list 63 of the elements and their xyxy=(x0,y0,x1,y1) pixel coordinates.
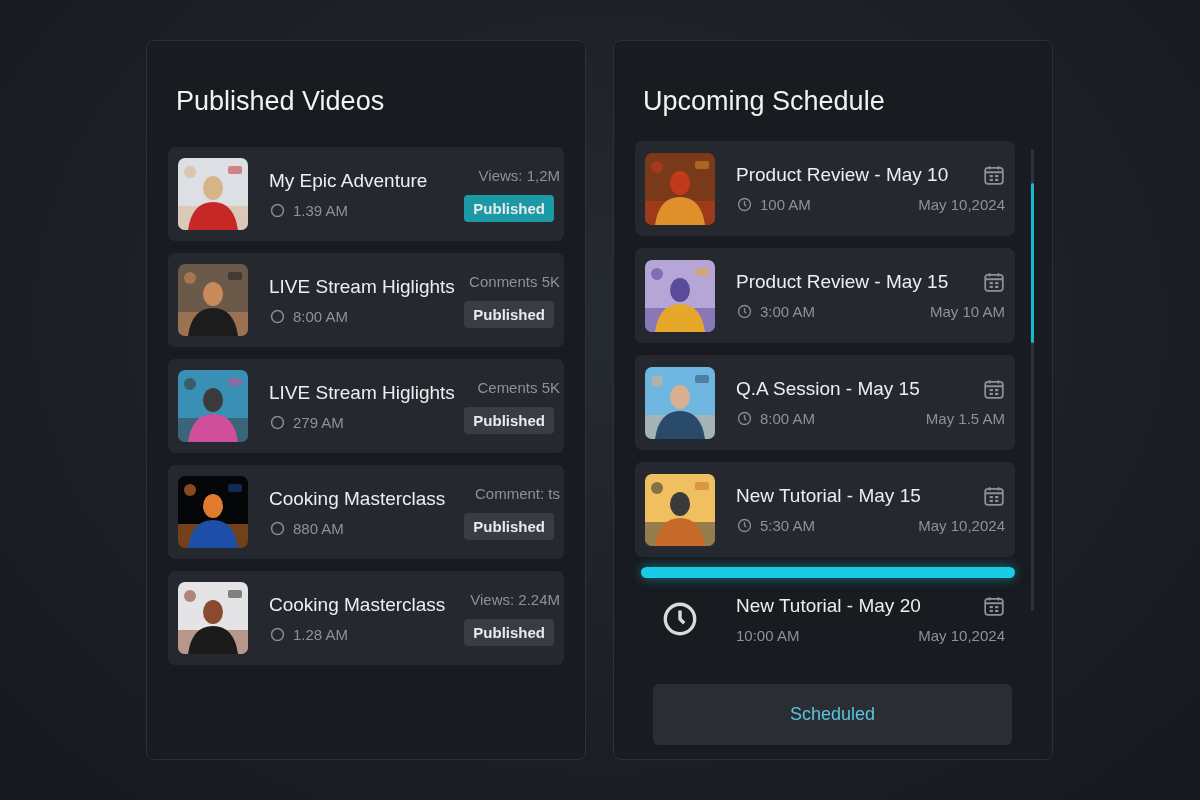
circle-icon xyxy=(269,201,286,219)
schedule-title: New Tutorial - May 20 xyxy=(736,594,921,617)
stat-text: Views: 2.24M xyxy=(470,590,560,608)
time-text: 8:00 AM xyxy=(760,410,816,427)
calendar-icon[interactable] xyxy=(983,485,1005,507)
video-title: Cooking Masterclass xyxy=(269,593,447,616)
schedule-title: Q.A Session - May 15 xyxy=(736,378,920,400)
video-card[interactable]: LIVE Stream Higlights 8:00 AM Conments 5K Published xyxy=(168,253,564,347)
clock-icon xyxy=(736,196,753,213)
panel-title: Upcoming Schedule xyxy=(643,85,886,118)
video-title: LIVE Stream Higlights xyxy=(269,381,456,404)
clock-icon xyxy=(736,410,753,427)
time-text: 10:00 AM xyxy=(736,626,800,644)
time-text: 1.39 AM xyxy=(293,201,349,219)
circle-icon xyxy=(269,625,286,643)
time-text: 5:30 AM xyxy=(760,517,816,534)
clock-icon xyxy=(736,517,753,534)
status-badge: Published xyxy=(464,300,554,328)
time-text: 100 AM xyxy=(760,196,811,213)
video-title: My Epic Adventure xyxy=(269,169,429,192)
schedule-card[interactable]: Product Review - May 15 3:00 AM May 10 AM xyxy=(635,248,1015,343)
status-badge: Published xyxy=(464,512,554,540)
schedule-title: Product Review - May 15 xyxy=(736,271,949,293)
scrollbar-thumb[interactable] xyxy=(1031,183,1034,343)
date-text: May 1.5 AM xyxy=(925,410,1005,427)
schedule-item[interactable]: New Tutorial - May 20 10:00 AM May 10,2024 xyxy=(635,584,1015,654)
schedule-title: Product Review - May 10 xyxy=(736,164,949,186)
circle-icon xyxy=(269,307,286,325)
date-text: May 10 AM xyxy=(929,303,1005,320)
stat-text: Cements 5K xyxy=(477,378,560,396)
calendar-icon[interactable] xyxy=(983,271,1005,293)
date-text: May 10,2024 xyxy=(918,196,1005,213)
stat-text: Views: 1,2M xyxy=(478,166,560,184)
video-title: Cooking Masterclass xyxy=(269,487,447,510)
date-text: May 10,2024 xyxy=(918,626,1005,644)
calendar-icon[interactable] xyxy=(983,164,1005,186)
date-text: May 10,2024 xyxy=(918,517,1005,534)
circle-icon xyxy=(269,413,286,431)
calendar-icon[interactable] xyxy=(983,594,1005,617)
schedule-card[interactable]: Q.A Session - May 15 8:00 AM May 1.5 AM xyxy=(635,355,1015,450)
video-card[interactable]: My Epic Adventure 1.39 AM Views: 1,2M Published xyxy=(168,147,564,241)
scheduled-button[interactable]: Scheduled xyxy=(653,684,1012,745)
time-text: 8:00 AM xyxy=(293,307,349,325)
time-text: 3:00 AM xyxy=(760,303,816,320)
status-badge: Published xyxy=(464,618,554,646)
clock-icon xyxy=(736,303,753,320)
video-card[interactable]: Cooking Masterclass 1.28 AM Views: 2.24M Published xyxy=(168,571,564,665)
panel-title: Published Videos xyxy=(176,85,386,118)
status-badge: Published xyxy=(464,406,554,434)
video-card[interactable]: Cooking Masterclass 880 AM Comment: ts Published xyxy=(168,465,564,559)
stat-text: Comment: ts xyxy=(474,484,560,502)
status-badge: Published xyxy=(464,194,554,222)
time-text: 880 AM xyxy=(293,519,344,537)
schedule-title: New Tutorial - May 15 xyxy=(736,485,921,507)
video-title: LIVE Stream Higlights xyxy=(269,275,456,298)
video-card[interactable]: LIVE Stream Higlights 279 AM Cements 5K Published xyxy=(168,359,564,453)
schedule-card[interactable]: Product Review - May 10 100 AM May 10,2024 xyxy=(635,141,1015,236)
time-text: 1.28 AM xyxy=(293,625,349,643)
schedule-card[interactable]: New Tutorial - May 15 5:30 AM May 10,2024 xyxy=(635,462,1015,557)
circle-icon xyxy=(269,519,286,537)
time-text: 279 AM xyxy=(293,413,344,431)
stat-text: Conments 5K xyxy=(469,272,560,290)
calendar-icon[interactable] xyxy=(983,378,1005,400)
